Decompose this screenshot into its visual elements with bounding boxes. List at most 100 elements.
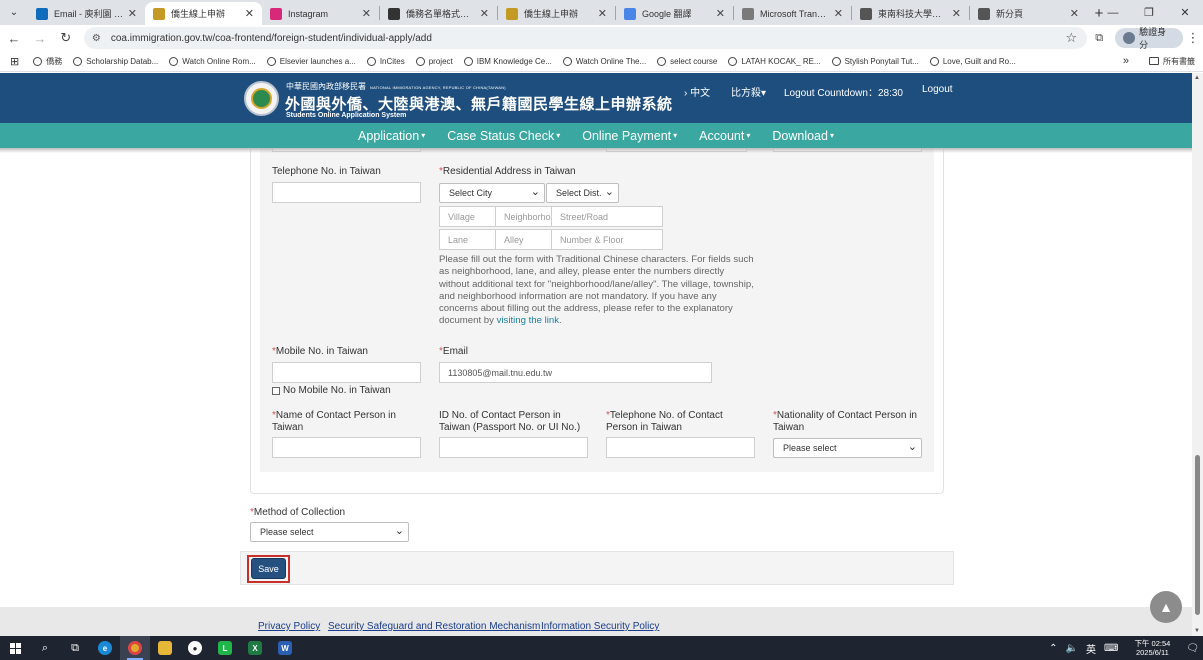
app-icon[interactable]: ● (180, 636, 210, 660)
reload-icon[interactable]: ↻ (54, 26, 78, 50)
tab-close-icon[interactable]: ✕ (952, 7, 961, 20)
windows-start-icon[interactable] (0, 636, 30, 660)
back-icon[interactable]: ← (2, 26, 26, 50)
all-bookmarks-folder[interactable]: 所有書籤 (1149, 56, 1195, 67)
collection-select[interactable]: Please select (250, 522, 409, 542)
profile-button[interactable]: 驗證身分 (1115, 27, 1184, 50)
ime-indicator[interactable]: 英 (1086, 641, 1096, 656)
bookmark-item[interactable]: InCites (366, 56, 405, 67)
apps-grid-icon[interactable]: ⊞ (10, 55, 19, 68)
bookmark-item[interactable]: Watch Online The... (562, 56, 646, 67)
bookmark-item[interactable]: Scholarship Datab... (73, 56, 158, 67)
minimize-icon[interactable]: — (1095, 0, 1131, 25)
site-info-icon[interactable]: ⚙ (92, 33, 101, 44)
tab-close-icon[interactable]: ✕ (834, 7, 843, 20)
tab-search-icon[interactable]: ⌄ (0, 0, 28, 25)
menu-account[interactable]: Account (688, 123, 761, 148)
alley-input[interactable]: Alley (495, 229, 552, 250)
bookmark-item[interactable]: Love, Guilt and Ro... (929, 56, 1016, 67)
keyboard-icon[interactable]: ⌨ (1104, 643, 1118, 654)
agency-seal-logo[interactable] (244, 81, 279, 116)
contact-telephone-input[interactable] (606, 437, 755, 458)
menu-download[interactable]: Download (761, 123, 845, 148)
email-input[interactable]: 1130805@mail.tnu.edu.tw (439, 362, 712, 383)
file-explorer-icon[interactable] (150, 636, 180, 660)
bookmark-item[interactable]: 僑務 (33, 56, 62, 67)
information-security-link[interactable]: Information Security Policy (541, 621, 659, 632)
village-input[interactable]: Village (439, 206, 496, 227)
bookmark-item[interactable]: Elsevier launches a... (266, 56, 356, 67)
bookmark-item[interactable]: IBM Knowledge Ce... (463, 56, 552, 67)
clock[interactable]: 下午 02:54 2025/6/11 (1130, 639, 1174, 657)
bookmark-item[interactable]: select course (657, 56, 717, 67)
city-select[interactable]: Select City (439, 183, 545, 203)
url-bar[interactable]: ⚙ coa.immigration.gov.tw/coa-frontend/fo… (83, 27, 1088, 49)
maximize-icon[interactable]: ❐ (1131, 0, 1167, 25)
line-icon[interactable]: L (210, 636, 240, 660)
save-button[interactable]: Save (251, 558, 286, 579)
excel-icon[interactable]: X (240, 636, 270, 660)
volume-icon[interactable]: 🔈 (1066, 643, 1078, 654)
tray-chevron-icon[interactable]: ⌃ (1049, 643, 1057, 654)
menu-application[interactable]: Application (347, 123, 436, 148)
checkbox-box[interactable] (272, 386, 280, 395)
browser-tab[interactable]: Microsoft Translator ✕ (734, 2, 851, 25)
scroll-thumb[interactable] (1195, 455, 1200, 615)
bookmark-item[interactable]: LATAH KOCAK_ RE... (728, 56, 821, 67)
mobile-input[interactable] (272, 362, 421, 383)
tab-close-icon[interactable]: ✕ (1070, 7, 1079, 20)
scroll-down-icon[interactable]: ▼ (1194, 628, 1200, 634)
browser-tab[interactable]: 僑生線上申辦 ✕ (498, 2, 615, 25)
bookmark-item[interactable]: Watch Online Rom... (169, 56, 256, 67)
contact-name-input[interactable] (272, 437, 421, 458)
no-mobile-checkbox[interactable]: No Mobile No. in Taiwan (272, 385, 391, 396)
browser-menu-icon[interactable]: ⋮ (1183, 30, 1203, 46)
contact-id-input[interactable] (439, 437, 588, 458)
scroll-up-icon[interactable]: ▲ (1194, 75, 1200, 81)
browser-tab[interactable]: Email - 庾利園 - Outlo ✕ (28, 2, 145, 25)
menu-online-payment[interactable]: Online Payment (571, 123, 688, 148)
logout-link[interactable]: Logout (922, 84, 953, 95)
tab-close-icon[interactable]: ✕ (598, 7, 607, 20)
explanatory-doc-link[interactable]: visiting the link (497, 315, 559, 326)
close-window-icon[interactable]: ✕ (1167, 0, 1203, 25)
privacy-policy-link[interactable]: Privacy Policy (258, 621, 320, 632)
search-icon[interactable]: ⌕ (30, 636, 60, 660)
lane-input[interactable]: Lane (439, 229, 496, 250)
more-bookmarks-icon[interactable]: » (1123, 55, 1129, 67)
forward-icon[interactable]: → (28, 26, 52, 50)
browser-tab[interactable]: 僑務名單格式優化 ✕ (380, 2, 497, 25)
bookmark-item[interactable]: Stylish Ponytail Tut... (831, 56, 919, 67)
menu-case-status-check[interactable]: Case Status Check (436, 123, 571, 148)
number-floor-input[interactable]: Number & Floor (551, 229, 663, 250)
language-dropdown[interactable]: 比方殺▾ (731, 84, 766, 99)
district-select[interactable]: Select Dist. (546, 183, 619, 203)
url-text[interactable]: coa.immigration.gov.tw/coa-frontend/fore… (111, 33, 1066, 44)
contact-nationality-select[interactable]: Please select (773, 438, 922, 458)
browser-tab[interactable]: 東南科技大學僑外生 ✕ (852, 2, 969, 25)
chrome-icon[interactable] (120, 636, 150, 660)
street-input[interactable]: Street/Road (551, 206, 663, 227)
language-switch[interactable]: › 中文 (684, 84, 710, 99)
page-scrollbar[interactable]: ▲ ▼ (1192, 73, 1203, 636)
telephone-input[interactable] (272, 182, 421, 203)
browser-tab[interactable]: 僑生線上申辦 ✕ (145, 2, 262, 25)
security-safeguard-link[interactable]: Security Safeguard and Restoration Mecha… (328, 621, 540, 632)
bookmark-item[interactable]: project (415, 56, 453, 67)
browser-tab[interactable]: 新分頁 ✕ (970, 2, 1087, 25)
word-icon[interactable]: W (270, 636, 300, 660)
notification-icon[interactable]: 🗨 (1186, 643, 1199, 654)
neighborhood-input[interactable]: Neighborho (495, 206, 552, 227)
bookmark-star-icon[interactable]: ☆ (1065, 30, 1077, 46)
extensions-icon[interactable]: ⧉ (1087, 26, 1111, 50)
browser-tab[interactable]: Google 翻譯 ✕ (616, 2, 733, 25)
tab-close-icon[interactable]: ✕ (480, 7, 489, 20)
edge-icon[interactable]: e (90, 636, 120, 660)
task-view-icon[interactable]: ⧉ (60, 636, 90, 660)
tab-close-icon[interactable]: ✕ (716, 7, 725, 20)
browser-tab[interactable]: Instagram ✕ (262, 2, 379, 25)
tab-close-icon[interactable]: ✕ (245, 7, 254, 20)
scroll-to-top-icon[interactable]: ▲ (1150, 591, 1182, 623)
tab-close-icon[interactable]: ✕ (128, 7, 137, 20)
tab-close-icon[interactable]: ✕ (362, 7, 371, 20)
